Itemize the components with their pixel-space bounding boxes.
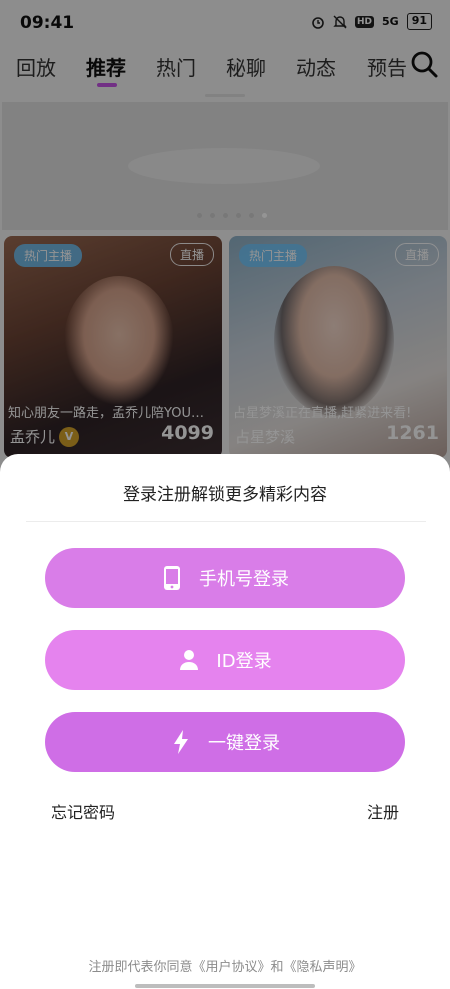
sheet-title: 登录注册解锁更多精彩内容 <box>123 485 327 505</box>
id-login-button[interactable]: ID登录 <box>45 630 405 690</box>
user-icon <box>178 647 200 673</box>
quick-login-label: 一键登录 <box>208 733 280 754</box>
lightning-icon <box>170 729 192 755</box>
forgot-password-link[interactable]: 忘记密码 <box>51 799 115 823</box>
phone-login-label: 手机号登录 <box>199 569 289 590</box>
divider <box>26 521 426 522</box>
login-sheet: 登录注册解锁更多精彩内容 手机号登录 ID登录 一键登录 忘记密码 注册 注册即… <box>0 454 450 989</box>
home-indicator[interactable] <box>135 984 315 988</box>
phone-icon <box>161 565 183 591</box>
app-screen: 09:41 HD 5G 91 回放 推荐 热门 秘聊 动态 预告 热门主播 直播… <box>0 0 450 989</box>
register-link[interactable]: 注册 <box>367 799 399 823</box>
agreement-text[interactable]: 注册即代表你同意《用户协议》和《隐私声明》 <box>0 956 450 975</box>
quick-login-button[interactable]: 一键登录 <box>45 712 405 772</box>
phone-login-button[interactable]: 手机号登录 <box>45 548 405 608</box>
id-login-label: ID登录 <box>216 651 272 672</box>
